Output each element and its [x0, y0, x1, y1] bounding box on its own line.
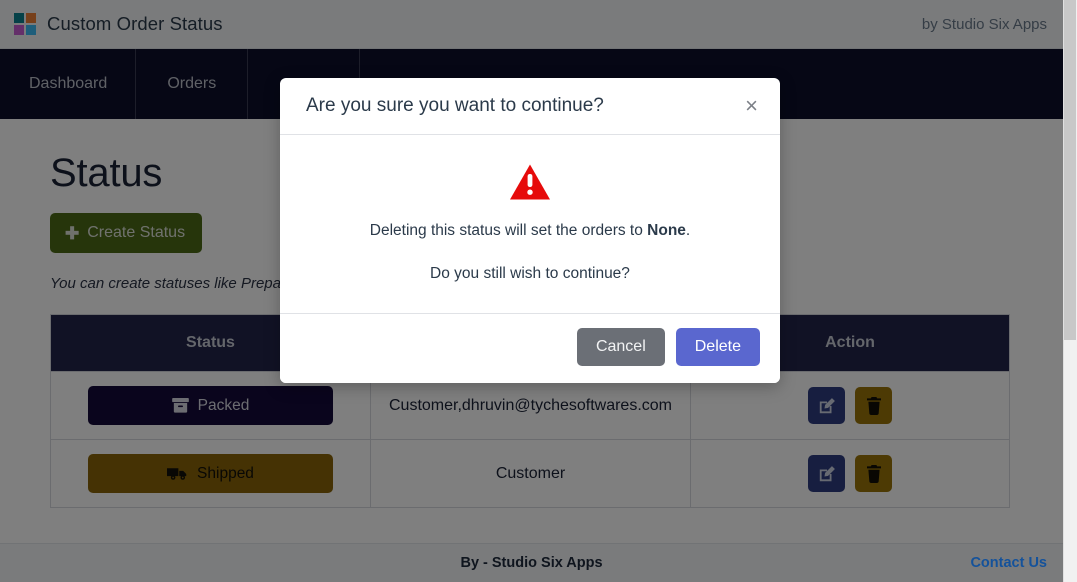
modal-message-strong: None: [647, 222, 686, 239]
contact-us-link[interactable]: Contact Us: [970, 555, 1063, 571]
close-icon[interactable]: ×: [743, 95, 760, 117]
modal-message-suffix: .: [685, 222, 691, 239]
modal-message-prefix: Deleting this status will set the orders…: [369, 222, 648, 239]
warning-triangle-icon: [306, 163, 754, 206]
modal-title: Are you sure you want to continue?: [306, 95, 604, 116]
modal-header: Are you sure you want to continue? ×: [280, 78, 780, 135]
modal-message-secondary: Do you still wish to continue?: [430, 265, 630, 282]
modal-body: Deleting this status will set the orders…: [280, 135, 780, 313]
modal-message-primary: Deleting this status will set the orders…: [306, 222, 754, 240]
confirm-delete-modal: Are you sure you want to continue? × Del…: [280, 78, 780, 383]
modal-footer: Cancel Delete: [280, 313, 780, 383]
app-root: Custom Order Status by Studio Six Apps D…: [0, 0, 1077, 582]
cancel-button[interactable]: Cancel: [576, 328, 665, 366]
scrollbar-thumb[interactable]: [1064, 0, 1076, 340]
delete-button[interactable]: Delete: [675, 328, 760, 366]
vertical-scrollbar[interactable]: [1063, 0, 1077, 582]
